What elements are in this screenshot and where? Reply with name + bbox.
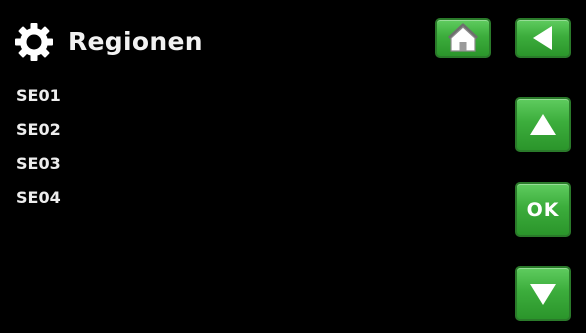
up-arrow-icon: [530, 113, 556, 135]
screen: Regionen SE01 SE02 SE03 SE04 OK: [0, 0, 586, 333]
page-header: Regionen: [14, 22, 203, 62]
list-item-se02[interactable]: SE02: [16, 120, 61, 154]
list-item-se01[interactable]: SE01: [16, 86, 61, 120]
page-title: Regionen: [68, 27, 203, 56]
gear-icon: [15, 23, 53, 61]
back-arrow-icon: [533, 26, 552, 50]
region-list: SE01 SE02 SE03 SE04: [16, 86, 61, 222]
list-item-se04[interactable]: SE04: [16, 188, 61, 222]
down-arrow-icon: [530, 283, 556, 305]
list-item-se03[interactable]: SE03: [16, 154, 61, 188]
scroll-up-button[interactable]: [515, 97, 571, 152]
ok-button[interactable]: OK: [515, 182, 571, 237]
back-button[interactable]: [515, 18, 571, 58]
home-icon: [447, 23, 479, 52]
ok-button-label: OK: [526, 198, 560, 221]
home-button[interactable]: [435, 18, 491, 58]
scroll-down-button[interactable]: [515, 266, 571, 321]
